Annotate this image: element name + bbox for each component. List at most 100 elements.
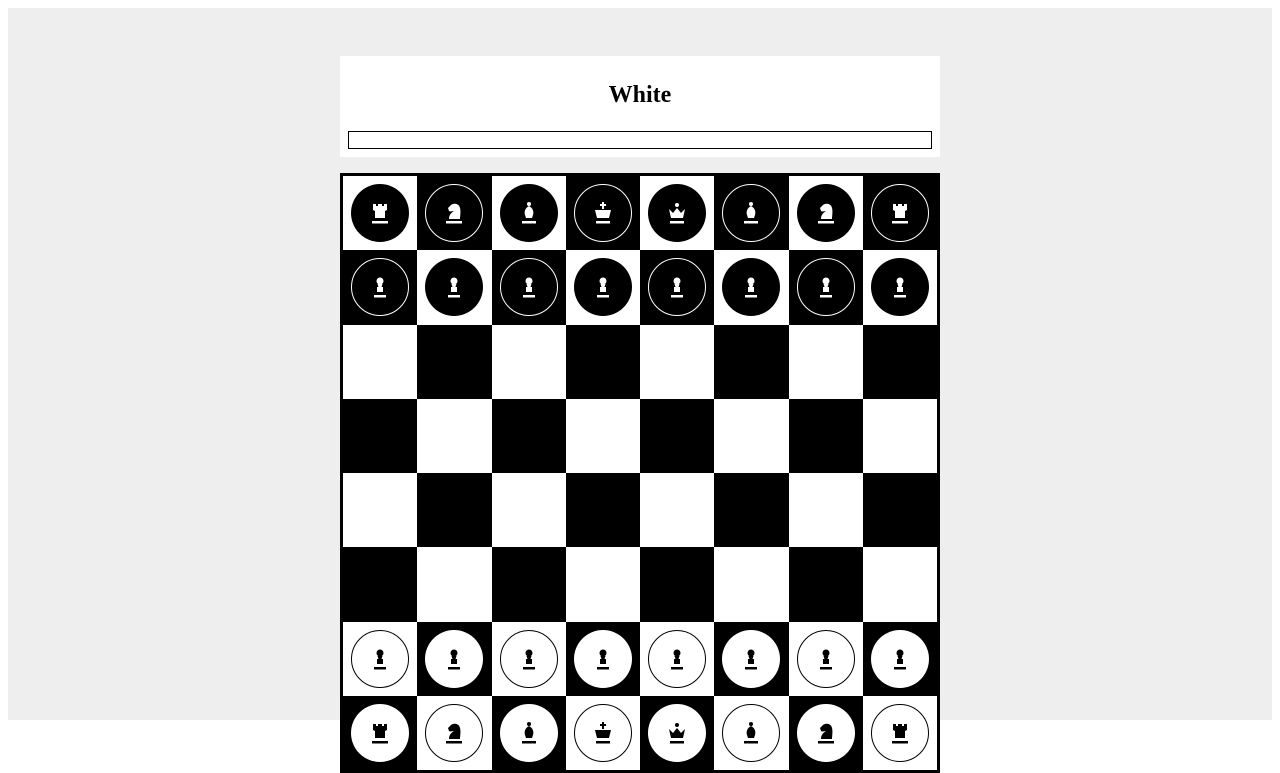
square-c8[interactable] — [491, 176, 566, 251]
white-rook[interactable] — [351, 703, 410, 762]
white-pawn[interactable] — [648, 629, 707, 688]
square-b2[interactable] — [417, 621, 492, 696]
square-c5[interactable] — [491, 398, 566, 473]
square-a6[interactable] — [343, 324, 418, 399]
square-f3[interactable] — [714, 547, 789, 622]
knight-icon — [817, 203, 834, 224]
white-rook[interactable] — [870, 703, 929, 762]
square-d3[interactable] — [565, 547, 640, 622]
square-e5[interactable] — [640, 398, 715, 473]
square-d1[interactable] — [565, 695, 640, 770]
square-b7[interactable] — [417, 250, 492, 325]
square-c6[interactable] — [491, 324, 566, 399]
square-f2[interactable] — [714, 621, 789, 696]
square-g2[interactable] — [788, 621, 863, 696]
black-knight[interactable] — [796, 184, 855, 243]
square-f5[interactable] — [714, 398, 789, 473]
square-h5[interactable] — [862, 398, 937, 473]
square-d8[interactable] — [565, 176, 640, 251]
black-bishop[interactable] — [499, 184, 558, 243]
square-b4[interactable] — [417, 473, 492, 548]
square-g6[interactable] — [788, 324, 863, 399]
square-c1[interactable] — [491, 695, 566, 770]
white-knight[interactable] — [425, 703, 484, 762]
king-icon — [594, 721, 611, 744]
square-h1[interactable] — [862, 695, 937, 770]
square-b6[interactable] — [417, 324, 492, 399]
square-a7[interactable] — [343, 250, 418, 325]
square-c4[interactable] — [491, 473, 566, 548]
white-pawn[interactable] — [351, 629, 410, 688]
square-e8[interactable] — [640, 176, 715, 251]
square-e1[interactable] — [640, 695, 715, 770]
square-d5[interactable] — [565, 398, 640, 473]
white-bishop[interactable] — [722, 703, 781, 762]
square-b5[interactable] — [417, 398, 492, 473]
square-g1[interactable] — [788, 695, 863, 770]
square-d7[interactable] — [565, 250, 640, 325]
white-queen[interactable] — [648, 703, 707, 762]
black-pawn[interactable] — [499, 258, 558, 317]
square-e2[interactable] — [640, 621, 715, 696]
black-pawn[interactable] — [648, 258, 707, 317]
square-g8[interactable] — [788, 176, 863, 251]
pawn-icon — [448, 649, 461, 670]
square-b1[interactable] — [417, 695, 492, 770]
white-pawn[interactable] — [425, 629, 484, 688]
square-e7[interactable] — [640, 250, 715, 325]
black-rook[interactable] — [351, 184, 410, 243]
black-queen[interactable] — [648, 184, 707, 243]
square-a1[interactable] — [343, 695, 418, 770]
square-h7[interactable] — [862, 250, 937, 325]
square-f7[interactable] — [714, 250, 789, 325]
square-e3[interactable] — [640, 547, 715, 622]
square-f6[interactable] — [714, 324, 789, 399]
square-h2[interactable] — [862, 621, 937, 696]
white-pawn[interactable] — [499, 629, 558, 688]
white-pawn[interactable] — [796, 629, 855, 688]
white-bishop[interactable] — [499, 703, 558, 762]
square-h3[interactable] — [862, 547, 937, 622]
white-pawn[interactable] — [573, 629, 632, 688]
black-pawn[interactable] — [351, 258, 410, 317]
black-pawn[interactable] — [796, 258, 855, 317]
square-d2[interactable] — [565, 621, 640, 696]
black-pawn[interactable] — [573, 258, 632, 317]
black-bishop[interactable] — [722, 184, 781, 243]
pawn-icon — [374, 277, 387, 298]
square-c3[interactable] — [491, 547, 566, 622]
black-rook[interactable] — [870, 184, 929, 243]
square-e4[interactable] — [640, 473, 715, 548]
square-h6[interactable] — [862, 324, 937, 399]
square-h4[interactable] — [862, 473, 937, 548]
black-knight[interactable] — [425, 184, 484, 243]
square-a2[interactable] — [343, 621, 418, 696]
square-h8[interactable] — [862, 176, 937, 251]
white-king[interactable] — [573, 703, 632, 762]
white-pawn[interactable] — [870, 629, 929, 688]
square-d4[interactable] — [565, 473, 640, 548]
square-c7[interactable] — [491, 250, 566, 325]
square-a5[interactable] — [343, 398, 418, 473]
square-b3[interactable] — [417, 547, 492, 622]
white-knight[interactable] — [796, 703, 855, 762]
square-g5[interactable] — [788, 398, 863, 473]
square-f8[interactable] — [714, 176, 789, 251]
square-b8[interactable] — [417, 176, 492, 251]
square-f4[interactable] — [714, 473, 789, 548]
square-c2[interactable] — [491, 621, 566, 696]
square-a3[interactable] — [343, 547, 418, 622]
black-pawn[interactable] — [870, 258, 929, 317]
square-a4[interactable] — [343, 473, 418, 548]
black-pawn[interactable] — [425, 258, 484, 317]
square-g3[interactable] — [788, 547, 863, 622]
square-f1[interactable] — [714, 695, 789, 770]
square-a8[interactable] — [343, 176, 418, 251]
square-e6[interactable] — [640, 324, 715, 399]
square-g7[interactable] — [788, 250, 863, 325]
black-pawn[interactable] — [722, 258, 781, 317]
square-g4[interactable] — [788, 473, 863, 548]
square-d6[interactable] — [565, 324, 640, 399]
black-king[interactable] — [573, 184, 632, 243]
white-pawn[interactable] — [722, 629, 781, 688]
